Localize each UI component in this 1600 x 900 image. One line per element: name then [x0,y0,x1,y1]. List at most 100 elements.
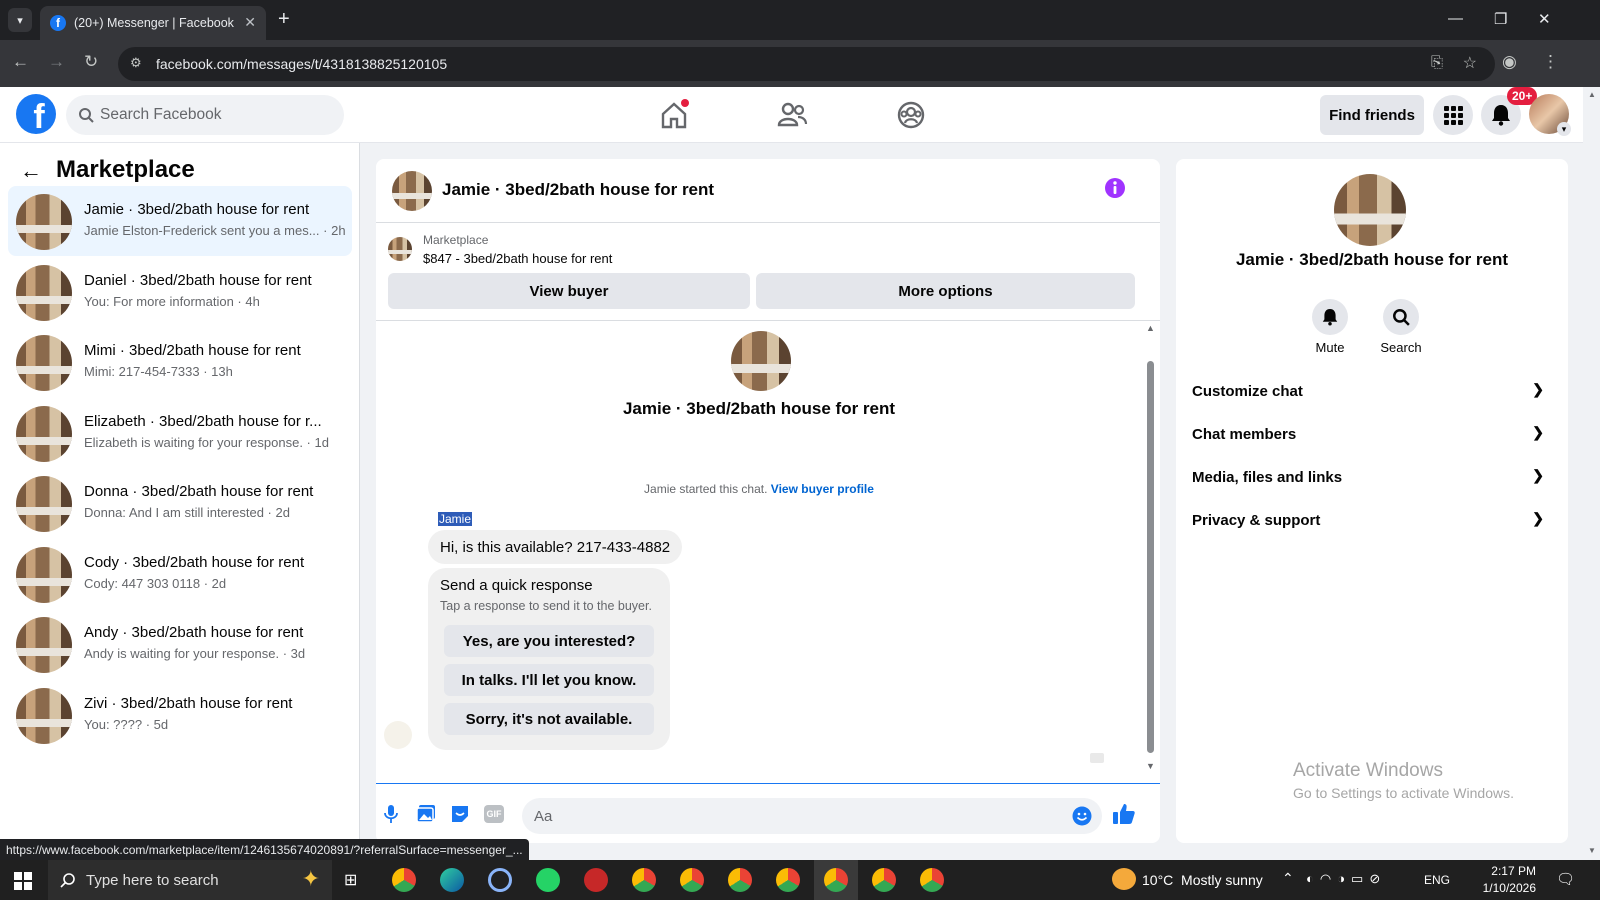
conversation-item[interactable]: Elizabeth · 3bed/2bath house for r... Eli… [8,398,352,468]
quick-reply-not-available[interactable]: Sorry, it's not available. [444,703,654,735]
copilot-app-icon[interactable] [488,868,512,892]
chrome-profile-app-icon[interactable] [728,868,752,892]
quick-response-card: Send a quick response Tap a response to … [428,568,670,750]
browser-tab-strip: ▾ f (20+) Messenger | Facebook ✕ + — ❐ ✕ [0,0,1600,40]
quick-reply-yes[interactable]: Yes, are you interested? [444,625,654,657]
search-conversation-button[interactable] [1383,299,1419,335]
conversation-snippet: You: For more information · 4h [84,293,260,309]
address-bar[interactable]: ⚙ facebook.com/messages/t/43181388251201… [118,47,1495,81]
conversation-item[interactable]: Cody · 3bed/2bath house for rent Cody: 44… [8,539,352,609]
find-friends-button[interactable]: Find friends [1320,95,1424,135]
info-icon[interactable] [1104,177,1126,199]
menu-grid-button[interactable] [1433,95,1473,135]
privacy-support-section[interactable]: Privacy & support ❯ [1192,500,1552,540]
taskbar-search-box[interactable]: Type here to search ✦ [48,860,332,900]
chat-header-title[interactable]: Jamie · 3bed/2bath house for rent [442,180,714,200]
bell-icon [1492,105,1510,126]
clock-time[interactable]: 2:17 PM [1462,864,1536,878]
reload-icon[interactable]: ↻ [84,52,98,72]
chrome-profile-app-icon-active[interactable] [824,868,848,892]
message-composer: GIF Aa [376,783,1160,843]
edge-app-icon[interactable] [440,868,464,892]
close-window-button[interactable]: ✕ [1538,10,1551,28]
tray-icons[interactable]: ◐◠◑▭⊘ [1306,871,1386,887]
install-app-icon[interactable]: ⎘ [1431,54,1443,71]
message-input[interactable]: Aa [522,798,1102,834]
message-bubble[interactable]: Hi, is this available? 217-433-4882 [428,530,683,564]
intro-name: Jamie · 3bed/2bath house for rent [622,399,896,418]
photo-icon[interactable] [416,804,436,824]
restore-window-button[interactable]: ❐ [1494,10,1507,28]
bookmark-star-icon[interactable]: ☆ [1463,53,1477,73]
conversation-snippet: You: ???? · 5d [84,716,169,732]
emoji-icon[interactable] [1072,806,1092,826]
back-arrow-icon[interactable]: ← [20,158,42,184]
weather-text[interactable]: 10°C Mostly sunny [1142,872,1263,888]
page-scroll-down-arrow[interactable]: ▼ [1588,846,1596,855]
chrome-profile-app-icon[interactable] [632,868,656,892]
facebook-search-input[interactable]: Search Facebook [66,95,344,135]
conversation-name: Cody · 3bed/2bath house for rent [84,553,305,571]
conversation-item[interactable]: Jamie · 3bed/2bath house for rent Jamie E… [8,186,352,256]
chrome-profile-app-icon[interactable] [920,868,944,892]
account-avatar[interactable]: ▾ [1529,94,1571,136]
task-view-icon[interactable]: ⊞ [344,870,357,890]
chrome-profile-app-icon[interactable] [872,868,896,892]
new-tab-button[interactable]: + [278,8,290,31]
chrome-app-icon[interactable] [392,868,416,892]
close-tab-icon[interactable]: ✕ [244,14,256,31]
profile-icon[interactable]: ◉ [1502,52,1517,72]
site-info-icon[interactable]: ⚙ [130,55,142,71]
conversation-avatar [16,264,72,321]
tab-list-dropdown[interactable]: ▾ [8,8,32,32]
language-indicator[interactable]: ENG [1424,873,1450,887]
whatsapp-app-icon[interactable] [536,868,560,892]
scrollbar-thumb[interactable] [1147,361,1154,753]
forward-icon[interactable]: → [48,52,65,72]
mute-button[interactable] [1312,299,1348,335]
conversation-avatar [16,546,72,603]
conversation-name: Elizabeth · 3bed/2bath house for r... [84,412,322,430]
groups-icon[interactable] [895,99,927,131]
mute-bell-icon [1312,299,1348,335]
listing-title[interactable]: $847 - 3bed/2bath house for rent [423,251,612,266]
scroll-up-arrow[interactable]: ▲ [1146,323,1155,333]
conversation-item[interactable]: Andy · 3bed/2bath house for rent Andy is … [8,609,352,679]
chrome-profile-app-icon[interactable] [680,868,704,892]
microphone-icon[interactable] [384,804,398,824]
chat-members-section[interactable]: Chat members ❯ [1192,414,1552,454]
thumbs-up-icon[interactable] [1112,802,1136,826]
home-icon[interactable] [658,99,690,131]
tray-chevron-icon[interactable]: ⌃ [1282,870,1294,887]
browser-menu-icon[interactable]: ⋮ [1542,52,1559,72]
chevron-down-icon: ❯ [1532,510,1544,526]
scroll-down-arrow[interactable]: ▼ [1146,761,1155,771]
chrome-profile-app-icon[interactable] [776,868,800,892]
conversation-item[interactable]: Zivi · 3bed/2bath house for rent You: ???… [8,680,352,750]
quick-reply-in-talks[interactable]: In talks. I'll let you know. [444,664,654,696]
gif-button[interactable]: GIF [484,805,504,823]
wps-app-icon[interactable] [584,868,608,892]
clock-date[interactable]: 1/10/2026 [1462,881,1536,895]
view-buyer-button[interactable]: View buyer [388,273,750,309]
back-icon[interactable]: ← [12,52,29,72]
view-buyer-profile-link[interactable]: View buyer profile [771,482,874,496]
media-files-links-section[interactable]: Media, files and links ❯ [1192,457,1552,497]
facebook-logo[interactable]: f [16,94,56,134]
conversation-item[interactable]: Donna · 3bed/2bath house for rent Donna: … [8,468,352,538]
page-scroll-up-arrow[interactable]: ▲ [1588,90,1596,99]
friends-icon[interactable] [776,99,808,131]
windows-start-icon[interactable] [14,872,32,890]
sticker-icon[interactable] [450,804,470,824]
conversation-item[interactable]: Daniel · 3bed/2bath house for rent You: F… [8,257,352,327]
listing-thumbnail[interactable] [388,237,412,261]
browser-tab-active[interactable]: f (20+) Messenger | Facebook ✕ [40,6,266,40]
customize-chat-section[interactable]: Customize chat ❯ [1192,371,1552,411]
conversation-name: Daniel · 3bed/2bath house for rent [84,271,312,289]
search-icon [60,873,75,888]
minimize-window-button[interactable]: — [1448,10,1463,27]
more-options-button[interactable]: More options [756,273,1135,309]
chat-header-avatar[interactable] [392,171,432,211]
notification-center-icon[interactable]: 🗨 [1556,870,1575,888]
conversation-item[interactable]: Mimi · 3bed/2bath house for rent Mimi: 21… [8,327,352,397]
